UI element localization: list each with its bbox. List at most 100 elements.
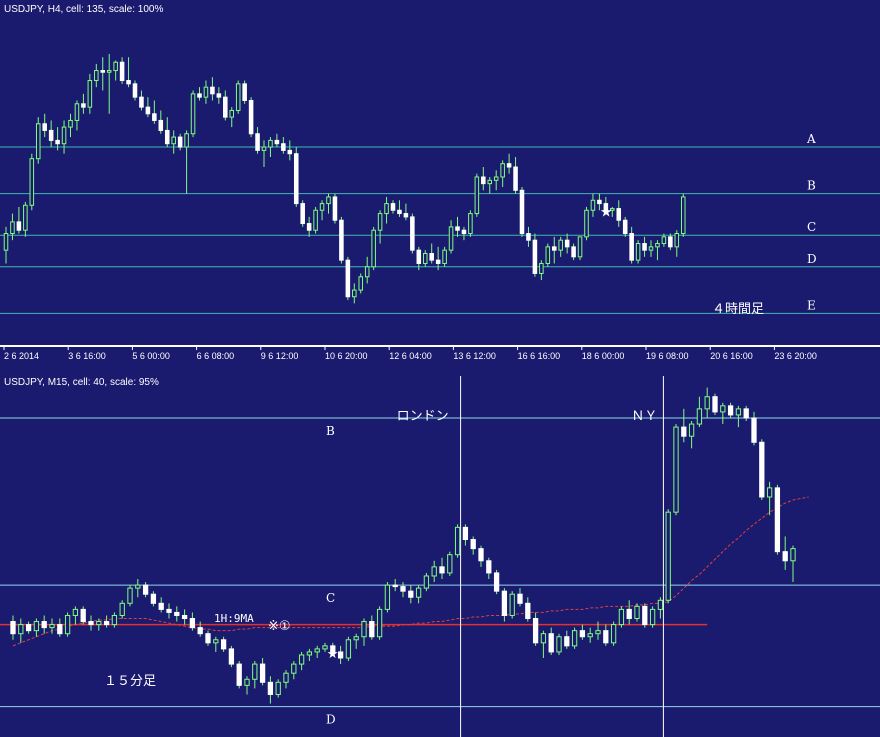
candle-body-down [152, 113, 157, 121]
candle-body-up [268, 139, 273, 148]
level-label-c: C [807, 220, 816, 234]
candle-body-down [142, 584, 149, 595]
candle-body-down [501, 590, 508, 616]
candle-body-up [648, 246, 654, 251]
candle-body-down [119, 61, 125, 82]
candle-body-down [470, 539, 476, 550]
candle-body-down [416, 249, 422, 264]
x-tick-label: 23 6 20:00 [774, 351, 817, 361]
candle-body-up [35, 123, 41, 160]
note-marker: ※① [268, 619, 291, 634]
candle-body-up [353, 636, 359, 641]
m15-title: USDJPY, M15, cell: 40, scale: 95% [4, 377, 159, 388]
candle-body-up [113, 61, 118, 72]
candle-body-up [649, 608, 656, 626]
candle-body-down [293, 153, 299, 205]
candle-body-up [540, 633, 547, 644]
charts-canvas: USDJPY, H4, cell: 135, scale: 100% A B C D E ★… [0, 4, 880, 737]
candle-body-up [584, 209, 589, 238]
x-tick-label: 19 6 08:00 [646, 351, 689, 361]
candle-body-down [751, 417, 757, 443]
x-tick-label: 9 6 12:00 [261, 351, 299, 361]
candle-body-up [283, 672, 289, 683]
candle-body-down [345, 259, 351, 298]
candle-body-up [577, 236, 583, 258]
candle-body-up [377, 213, 383, 231]
candle-body-up [72, 608, 79, 616]
candle-body-down [400, 586, 406, 592]
candle-body-up [674, 233, 680, 248]
candle-body-up [171, 136, 176, 145]
candle-body-down [435, 259, 441, 264]
candle-body-up [558, 239, 563, 251]
candle-body-up [493, 176, 499, 181]
candle-body-down [220, 639, 227, 650]
candle-body-up [235, 83, 241, 111]
candle-body-down [164, 129, 170, 145]
candle-body-up [661, 236, 667, 245]
candle-body-down [100, 70, 106, 73]
candle-body-down [478, 548, 484, 562]
candle-body-up [657, 599, 664, 610]
candle-body-down [481, 176, 486, 185]
candle-body-down [517, 593, 523, 604]
candle-body-up [213, 639, 219, 644]
candle-body-up [190, 93, 196, 135]
candle-body-down [390, 203, 396, 211]
candle-body-down [57, 624, 63, 635]
candle-body-down [551, 246, 557, 251]
candle-body-down [145, 106, 151, 115]
candle-body-up [442, 249, 447, 264]
candle-body-up [313, 209, 318, 231]
candle-body-up [135, 584, 141, 589]
candle-body-up [571, 630, 578, 647]
candle-body-down [81, 103, 86, 108]
candle-body-up [119, 602, 125, 616]
chart-window: USDJPY, H4, cell: 135, scale: 100% A B C D E ★… [0, 0, 880, 737]
candle-body-down [189, 618, 196, 629]
candle-body-up [106, 70, 112, 73]
candle-body-up [704, 396, 710, 410]
candle-body-up [423, 575, 430, 589]
candle-body-down [532, 618, 539, 644]
candle-body-up [587, 633, 593, 638]
candle-body-up [720, 405, 726, 413]
candle-body-down [629, 233, 634, 261]
candle-body-down [332, 196, 338, 221]
candle-body-down [782, 551, 788, 562]
candle-body-up [590, 199, 596, 211]
level-label-d: D [326, 713, 336, 727]
candle-body-up [298, 654, 305, 665]
candle-body-down [597, 199, 602, 205]
candle-body-down [48, 129, 54, 141]
candle-body-down [205, 633, 211, 644]
candle-body-up [364, 266, 370, 278]
candle-body-up [74, 103, 80, 121]
candle-body-down [306, 223, 312, 231]
candle-body-up [49, 624, 55, 629]
candle-body-up [384, 203, 389, 215]
candle-body-down [242, 83, 247, 101]
candle-body-down [255, 133, 260, 151]
candle-body-down [267, 681, 274, 695]
candle-body-up [556, 636, 562, 653]
candle-body-up [635, 243, 641, 261]
candle-body-up [127, 587, 133, 604]
candle-body-up [326, 196, 331, 205]
star-marker: ★ [327, 647, 339, 662]
x-tick-label: 6 6 08:00 [197, 351, 235, 361]
candle-body-down [139, 96, 144, 108]
candle-body-down [166, 608, 172, 613]
x-tick-label: 3 6 16:00 [68, 351, 106, 361]
candle-body-down [712, 396, 718, 413]
candle-body-down [462, 526, 469, 541]
candle-body-down [274, 139, 280, 145]
candle-body-up [261, 146, 267, 151]
candle-body-up [252, 663, 258, 680]
candle-body-down [622, 219, 628, 235]
x-tick-label: 20 6 16:00 [710, 351, 753, 361]
candle-body-down [126, 80, 131, 85]
candle-body-up [595, 630, 601, 635]
candle-body-up [447, 554, 453, 574]
candle-body-down [571, 246, 576, 258]
